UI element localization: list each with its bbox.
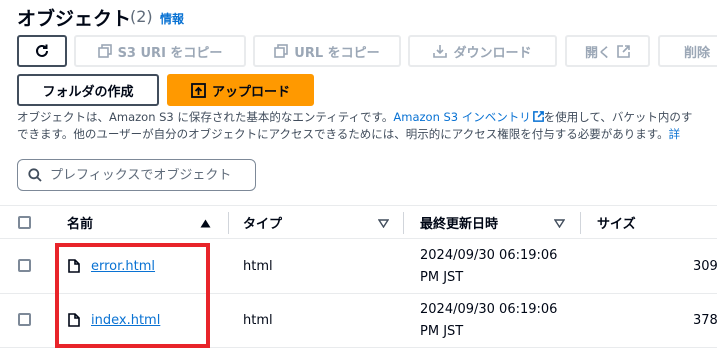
upload-icon	[191, 82, 206, 98]
object-type: html	[243, 259, 273, 274]
object-modified-tz: PM JST	[420, 324, 464, 339]
description-text-1: オブジェクトは、Amazon S3 に保存された基本的なエンティティです。	[17, 110, 394, 124]
row-checkbox[interactable]	[18, 313, 31, 326]
objects-description: オブジェクトは、Amazon S3 に保存された基本的なエンティティです。Ama…	[17, 109, 717, 143]
object-modified-date: 2024/09/30 06:19:06	[420, 302, 558, 317]
sort-icon[interactable]	[554, 219, 565, 228]
delete-label: 削除	[684, 45, 711, 61]
object-type: html	[243, 313, 273, 328]
copy-s3-uri-label: S3 URI をコピー	[117, 45, 223, 61]
upload-label: アップロード	[211, 84, 290, 100]
object-modified-date: 2024/09/30 06:19:06	[420, 248, 558, 263]
table-top-divider	[0, 205, 717, 206]
external-link-icon	[617, 44, 630, 58]
inventory-link-label: Amazon S3 インベントリ	[393, 110, 531, 124]
object-modified-tz: PM JST	[420, 270, 464, 285]
column-header-last-modified[interactable]: 最終更新日時	[420, 213, 498, 232]
inventory-link[interactable]: Amazon S3 インベントリ	[393, 110, 544, 124]
table-header-divider	[0, 238, 717, 239]
create-folder-button[interactable]: フォルダの作成	[17, 74, 159, 106]
info-link[interactable]: 情報	[160, 10, 184, 27]
copy-icon	[97, 44, 112, 58]
row-checkbox[interactable]	[18, 259, 31, 272]
open-button[interactable]: 開く	[565, 35, 650, 67]
object-size: 378	[693, 313, 717, 328]
copy-url-label: URL をコピー	[294, 45, 380, 61]
object-size: 309	[693, 259, 717, 274]
open-label: 開く	[584, 45, 611, 61]
search-input[interactable]	[50, 167, 250, 183]
copy-url-button[interactable]: URL をコピー	[253, 35, 401, 67]
column-header-size[interactable]: サイズ	[597, 213, 636, 232]
object-count: (2)	[130, 7, 153, 26]
select-all-checkbox[interactable]	[18, 216, 31, 229]
description-text-3: できます。他のユーザーが自分のオブジェクトにアクセスできるためには、明示的にアク…	[17, 127, 669, 141]
download-icon	[433, 45, 448, 58]
column-header-type[interactable]: タイプ	[243, 213, 282, 232]
annotation-highlight-box	[55, 243, 210, 348]
copy-icon	[274, 44, 289, 58]
page-title: オブジェクト	[17, 8, 132, 30]
description-text-2: を使用して、バケット内のす	[543, 110, 693, 124]
download-label: ダウンロード	[453, 45, 532, 61]
column-resizer[interactable]	[580, 212, 581, 234]
column-resizer[interactable]	[228, 212, 229, 234]
column-header-name[interactable]: 名前	[67, 213, 93, 232]
external-link-icon	[532, 111, 544, 122]
refresh-button[interactable]	[17, 35, 67, 67]
sort-ascending-icon[interactable]	[200, 219, 211, 228]
refresh-icon	[36, 44, 48, 57]
sort-icon[interactable]	[378, 219, 389, 228]
search-box[interactable]	[17, 159, 256, 191]
details-link[interactable]: 詳	[669, 127, 681, 141]
search-icon	[28, 168, 42, 182]
create-folder-label: フォルダの作成	[42, 84, 134, 100]
download-button[interactable]: ダウンロード	[408, 35, 557, 67]
delete-button[interactable]: 削除	[658, 35, 717, 67]
upload-button[interactable]: アップロード	[167, 74, 314, 106]
column-resizer[interactable]	[403, 212, 404, 234]
copy-s3-uri-button[interactable]: S3 URI をコピー	[74, 35, 246, 67]
